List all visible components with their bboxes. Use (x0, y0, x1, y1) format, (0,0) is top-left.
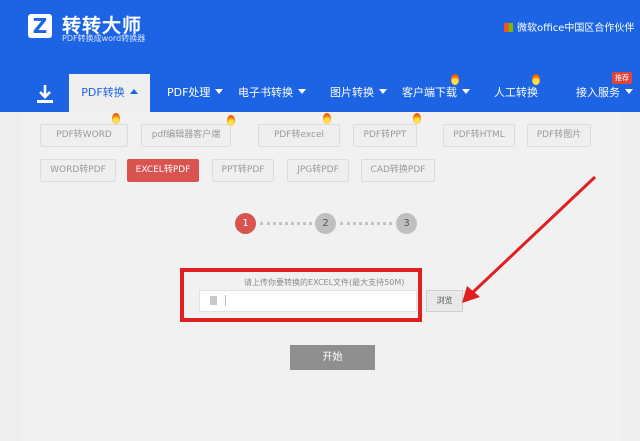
start-button[interactable]: 开始 (290, 345, 375, 370)
annotation-arrow (462, 175, 597, 303)
